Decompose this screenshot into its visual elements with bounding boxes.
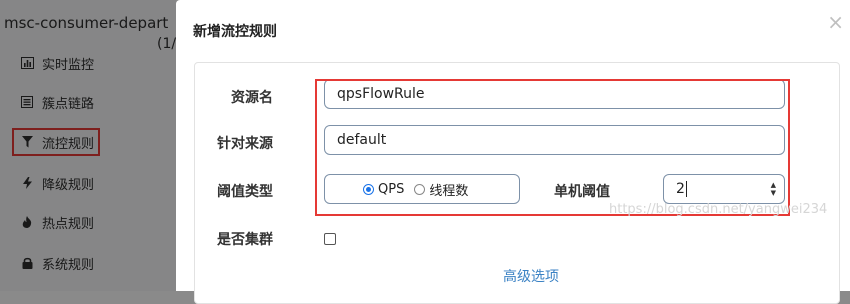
- watermark: https://blog.csdn.net/yangwei234: [609, 202, 828, 217]
- sidebar-item-label: 降级规则: [42, 177, 95, 193]
- radio-option-qps[interactable]: QPS: [363, 182, 404, 197]
- resource-name-label: 资源名: [231, 90, 273, 106]
- resource-name-input[interactable]: qpsFlowRule: [324, 79, 785, 109]
- origin-input[interactable]: default: [324, 125, 785, 155]
- sidebar-item-label: 热点规则: [42, 216, 95, 232]
- threshold-type-radio-group: QPS 线程数: [324, 174, 520, 204]
- radio-label: QPS: [378, 181, 405, 197]
- origin-value: default: [337, 132, 387, 148]
- sidebar-item-system-rules[interactable]: 系统规则: [20, 251, 94, 275]
- sidebar-item-label: 实时监控: [42, 57, 95, 73]
- sidebar-item-hotspot-rules[interactable]: 热点规则: [20, 210, 94, 234]
- form-panel: 资源名 qpsFlowRule 针对来源 default 阈值类型 QPS 线程…: [194, 62, 840, 304]
- bar-chart-icon: [20, 56, 34, 70]
- radio-option-thread-count[interactable]: 线程数: [414, 180, 468, 199]
- sidebar-item-cluster-link[interactable]: 簇点链路: [20, 90, 94, 114]
- modal-title: 新增流控规则: [193, 24, 277, 40]
- sidebar-item-label: 系统规则: [42, 257, 95, 273]
- single-threshold-label: 单机阈值: [554, 184, 610, 200]
- spinner-down-icon[interactable]: ▼: [771, 189, 776, 197]
- list-icon: [20, 95, 34, 109]
- single-threshold-value: 2: [676, 181, 685, 197]
- modal-header: 新增流控规则 ×: [176, 0, 850, 60]
- threshold-type-label: 阈值类型: [217, 184, 273, 200]
- resource-name-value: qpsFlowRule: [337, 86, 425, 102]
- sidebar-item-flow-rules[interactable]: 流控规则: [11, 128, 101, 156]
- text-cursor: [685, 181, 687, 197]
- add-flow-rule-modal: 新增流控规则 × 资源名 qpsFlowRule 针对来源 default 阈值…: [176, 0, 850, 304]
- close-button[interactable]: ×: [827, 12, 844, 32]
- radio-button-qps[interactable]: [363, 183, 374, 195]
- filter-icon: [20, 135, 34, 149]
- advanced-options-link[interactable]: 高级选项: [503, 266, 559, 286]
- single-threshold-input[interactable]: 2 ▲ ▼: [663, 174, 785, 204]
- cluster-checkbox[interactable]: [324, 233, 336, 245]
- app-subtitle: (1/: [157, 36, 177, 52]
- sidebar-item-label: 流控规则: [42, 136, 95, 152]
- fire-icon: [20, 215, 34, 229]
- sidebar-item-realtime-monitor[interactable]: 实时监控: [20, 51, 94, 75]
- cluster-label: 是否集群: [217, 232, 273, 248]
- number-spinner[interactable]: ▲ ▼: [771, 181, 776, 197]
- sidebar: msc-consumer-depart (1/ 实时监控 簇点链路 流控规则 降…: [0, 0, 176, 291]
- spinner-up-icon[interactable]: ▲: [771, 181, 776, 189]
- lock-icon: [20, 256, 34, 270]
- app-title: msc-consumer-depart: [4, 14, 169, 32]
- radio-label: 线程数: [429, 183, 469, 199]
- bolt-icon: [20, 176, 34, 190]
- origin-label: 针对来源: [217, 136, 273, 152]
- sidebar-item-label: 簇点链路: [42, 96, 95, 112]
- radio-button-thread-count[interactable]: [414, 183, 426, 195]
- sidebar-item-degrade-rules[interactable]: 降级规则: [20, 171, 94, 195]
